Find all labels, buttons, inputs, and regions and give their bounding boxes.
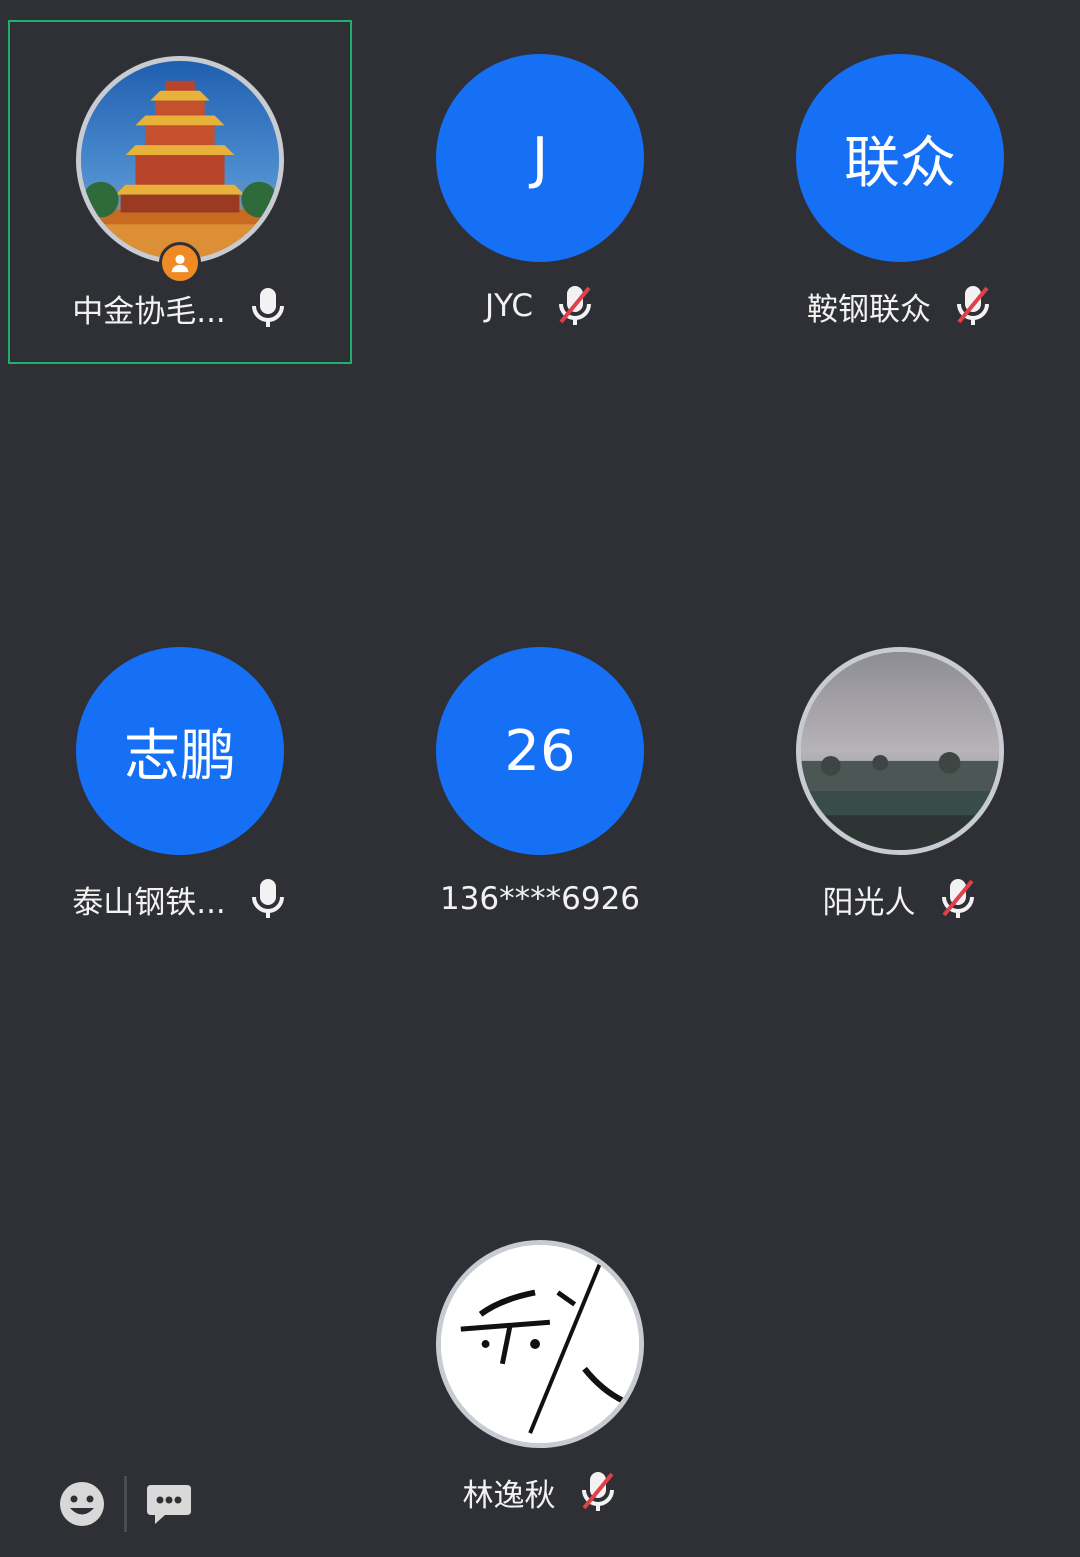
- participant-tile-4[interactable]: 志鹏 泰山钢铁...: [8, 613, 352, 957]
- participant-tile-2[interactable]: J JYC: [368, 20, 712, 364]
- microphone-muted-icon: [559, 286, 592, 325]
- participant-avatar-initials: 志鹏: [76, 647, 284, 855]
- participant-avatar-photo: [436, 1240, 644, 1448]
- participant-tile-3[interactable]: 联众 鞍钢联众: [728, 20, 1072, 364]
- microphone-icon: [251, 288, 284, 327]
- chat-icon[interactable]: [141, 1476, 197, 1532]
- toolbar-divider: [124, 1476, 127, 1532]
- bottom-toolbar: [40, 1469, 211, 1539]
- participant-name: 阳光人: [822, 884, 916, 921]
- participant-name: 中金协毛...: [72, 293, 226, 330]
- misty-field-photo: [801, 652, 999, 850]
- calligraphy-photo: [441, 1245, 639, 1443]
- participant-name: 泰山钢铁...: [72, 884, 226, 921]
- participant-name: 鞍钢联众: [807, 291, 931, 328]
- participant-avatar-photo: [796, 647, 1004, 855]
- participant-tile-6[interactable]: 阳光人: [728, 613, 1072, 957]
- participant-tile-5[interactable]: 26 136****6926: [368, 613, 712, 957]
- participant-tile-1[interactable]: 中金协毛...: [8, 20, 352, 364]
- host-badge-icon: [159, 242, 201, 284]
- participant-name: 林逸秋: [462, 1477, 556, 1514]
- participant-tile-7[interactable]: 林逸秋: [368, 1206, 712, 1550]
- microphone-icon: [251, 879, 284, 918]
- microphone-muted-icon: [941, 879, 974, 918]
- participant-avatar-initials: 联众: [796, 54, 1004, 262]
- emoji-icon[interactable]: [54, 1476, 110, 1532]
- participant-name: JYC: [484, 288, 534, 324]
- participant-avatar-initials: 26: [436, 647, 644, 855]
- participant-avatar-photo: [76, 56, 284, 264]
- participant-avatar-initials: J: [436, 54, 644, 262]
- microphone-muted-icon: [957, 286, 989, 325]
- pagoda-photo: [81, 61, 279, 259]
- participant-name: 136****6926: [439, 881, 641, 917]
- microphone-muted-icon: [581, 1472, 614, 1511]
